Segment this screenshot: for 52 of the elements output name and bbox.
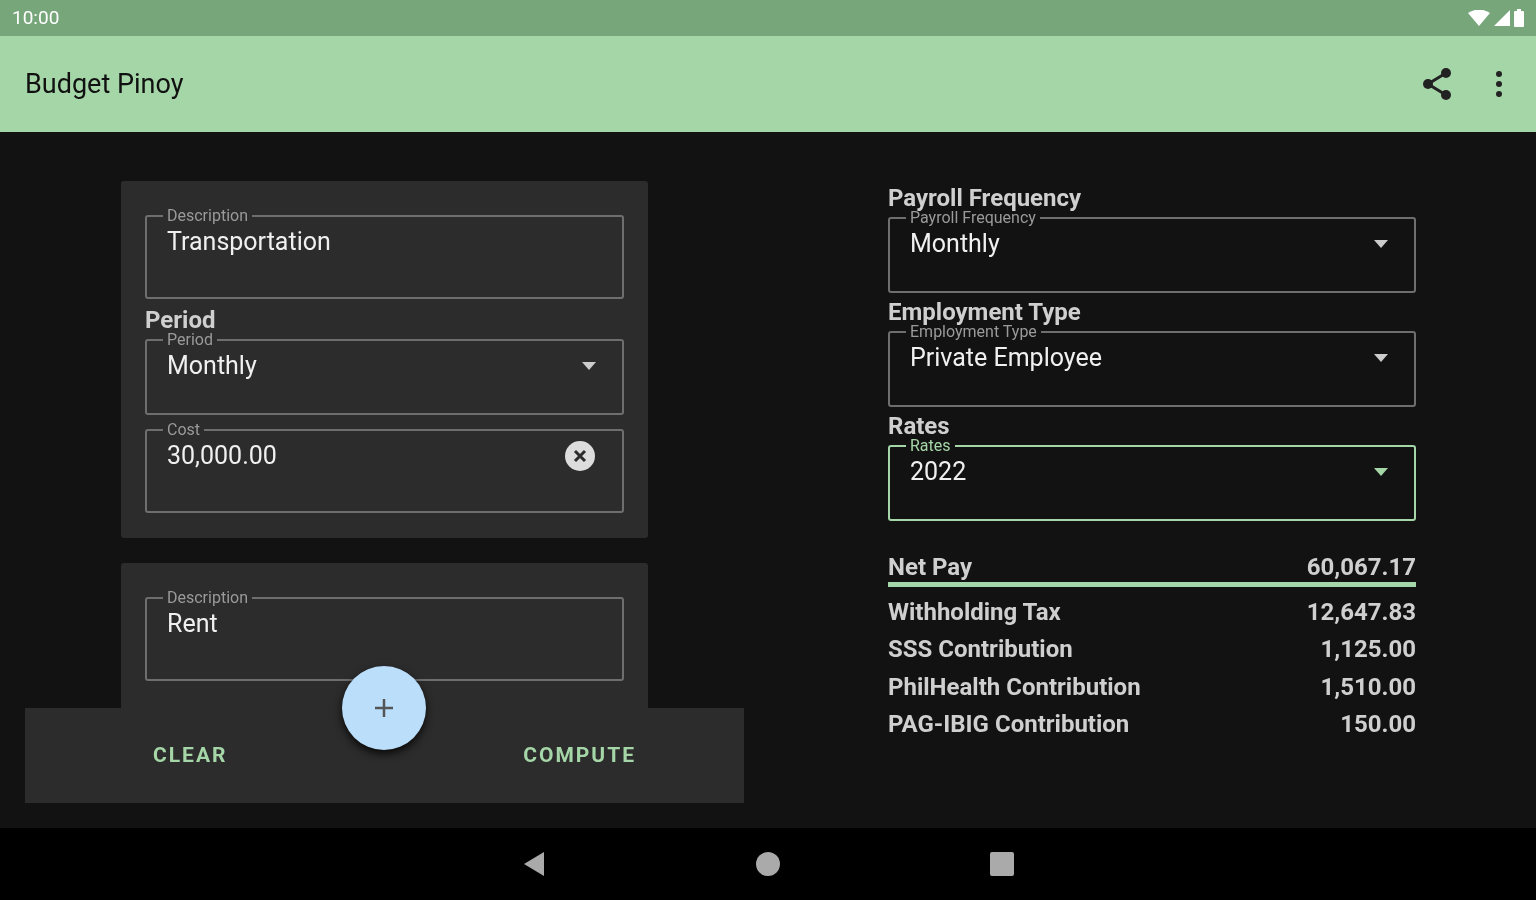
status-time: 10:00	[12, 4, 60, 31]
summary-value: 12,647.83	[1306, 596, 1416, 627]
summary-label: PAG-IBIG Contribution	[888, 709, 1130, 740]
wifi-icon	[1468, 10, 1490, 26]
dropdown-arrow-icon	[1374, 239, 1388, 248]
field-heading: Payroll Frequency	[888, 185, 1083, 211]
signal-icon	[1494, 10, 1510, 26]
dropdown-field[interactable]: Rates 2022	[888, 439, 1416, 521]
battery-icon	[1514, 9, 1524, 27]
back-icon[interactable]	[522, 851, 546, 877]
field-label: Period	[166, 333, 214, 347]
dropdown-field[interactable]: Period Monthly	[145, 333, 624, 415]
text-field[interactable]: Description Transportation	[145, 209, 624, 299]
field-value: Transportation	[167, 226, 331, 258]
home-icon[interactable]	[756, 852, 780, 876]
field-heading: Employment Type	[888, 299, 1082, 325]
field-value: Monthly	[167, 350, 257, 382]
dropdown-arrow-icon	[1374, 467, 1388, 476]
app-title: Budget Pinoy	[25, 66, 184, 102]
clear-icon[interactable]	[564, 439, 596, 472]
clear-button[interactable]: CLEAR	[145, 735, 236, 776]
summary-value: 150.00	[1340, 709, 1416, 740]
summary-label: PhilHealth Contribution	[888, 671, 1141, 702]
field-heading: Rates	[888, 413, 951, 439]
field-heading: Period	[145, 307, 217, 333]
field-label: Description	[166, 209, 249, 223]
compute-button[interactable]: COMPUTE	[515, 735, 644, 776]
summary-value: 1,125.00	[1320, 634, 1416, 665]
dropdown-field[interactable]: Payroll Frequency Monthly	[888, 211, 1416, 293]
more-options-icon[interactable]	[1496, 71, 1502, 97]
field-value: 2022	[910, 456, 967, 488]
dropdown-field[interactable]: Employment Type Private Employee	[888, 325, 1416, 407]
field-label: Payroll Frequency	[910, 211, 1036, 225]
dropdown-arrow-icon	[582, 361, 596, 370]
field-value: Private Employee	[910, 342, 1102, 374]
field-label: Employment Type	[910, 325, 1037, 339]
field-value: Rent	[167, 608, 218, 640]
text-field[interactable]: Cost 30,000.00	[145, 423, 624, 513]
field-value: Monthly	[910, 228, 1000, 260]
field-label: Rates	[909, 439, 952, 453]
field-label: Description	[166, 591, 249, 605]
summary-value: 1,510.00	[1320, 671, 1416, 702]
field-value: 30,000.00	[167, 440, 277, 472]
add-icon	[374, 698, 394, 718]
summary-label: Net Pay	[888, 552, 973, 582]
share-icon[interactable]	[1422, 68, 1452, 100]
summary-value: 60,067.17	[1306, 552, 1416, 582]
add-button[interactable]	[342, 666, 426, 750]
field-label: Cost	[166, 423, 202, 437]
dropdown-arrow-icon	[1374, 353, 1388, 362]
summary-label: SSS Contribution	[888, 634, 1073, 665]
summary-label: Withholding Tax	[888, 596, 1061, 627]
